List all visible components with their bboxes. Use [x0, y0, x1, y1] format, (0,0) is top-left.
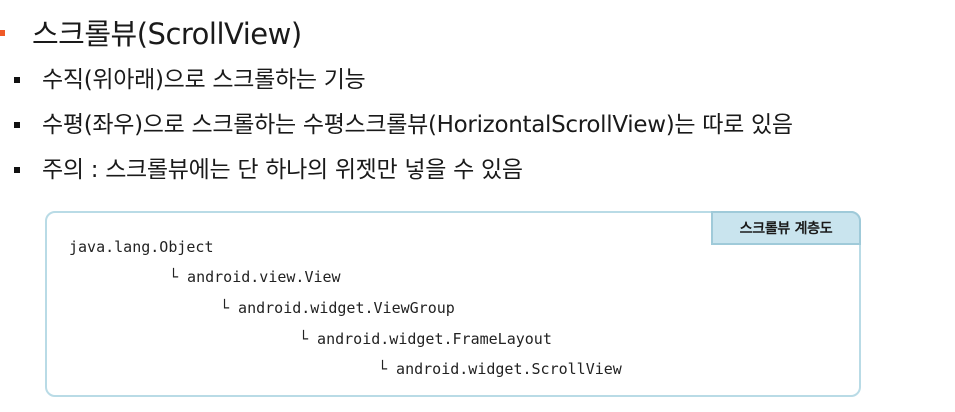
hierarchy-box: 스크롤뷰 계층도 java.lang.Object └ android.view… — [45, 211, 861, 397]
slide-title: 스크롤뷰(ScrollView) — [32, 17, 302, 51]
bullet-text: 주의 : 스크롤뷰에는 단 하나의 위젯만 넣을 수 있음 — [42, 157, 523, 183]
hierarchy-line-object: java.lang.Object — [69, 238, 214, 256]
hierarchy-line-viewgroup: └ android.widget.ViewGroup — [220, 299, 455, 317]
hierarchy-tab-label: 스크롤뷰 계층도 — [711, 211, 861, 245]
bullet-text: 수평(좌우)으로 스크롤하는 수평스크롤뷰(HorizontalScrollVi… — [42, 112, 793, 138]
bullet-marker — [14, 77, 20, 83]
bullet-marker — [14, 122, 20, 128]
hierarchy-line-view: └ android.view.View — [169, 268, 341, 286]
bullet-marker — [14, 167, 20, 173]
hierarchy-line-scrollview: └ android.widget.ScrollView — [378, 360, 622, 378]
bullet-text: 수직(위아래)으로 스크롤하는 기능 — [42, 67, 366, 93]
title-marker — [0, 30, 5, 36]
hierarchy-line-framelayout: └ android.widget.FrameLayout — [299, 330, 552, 348]
